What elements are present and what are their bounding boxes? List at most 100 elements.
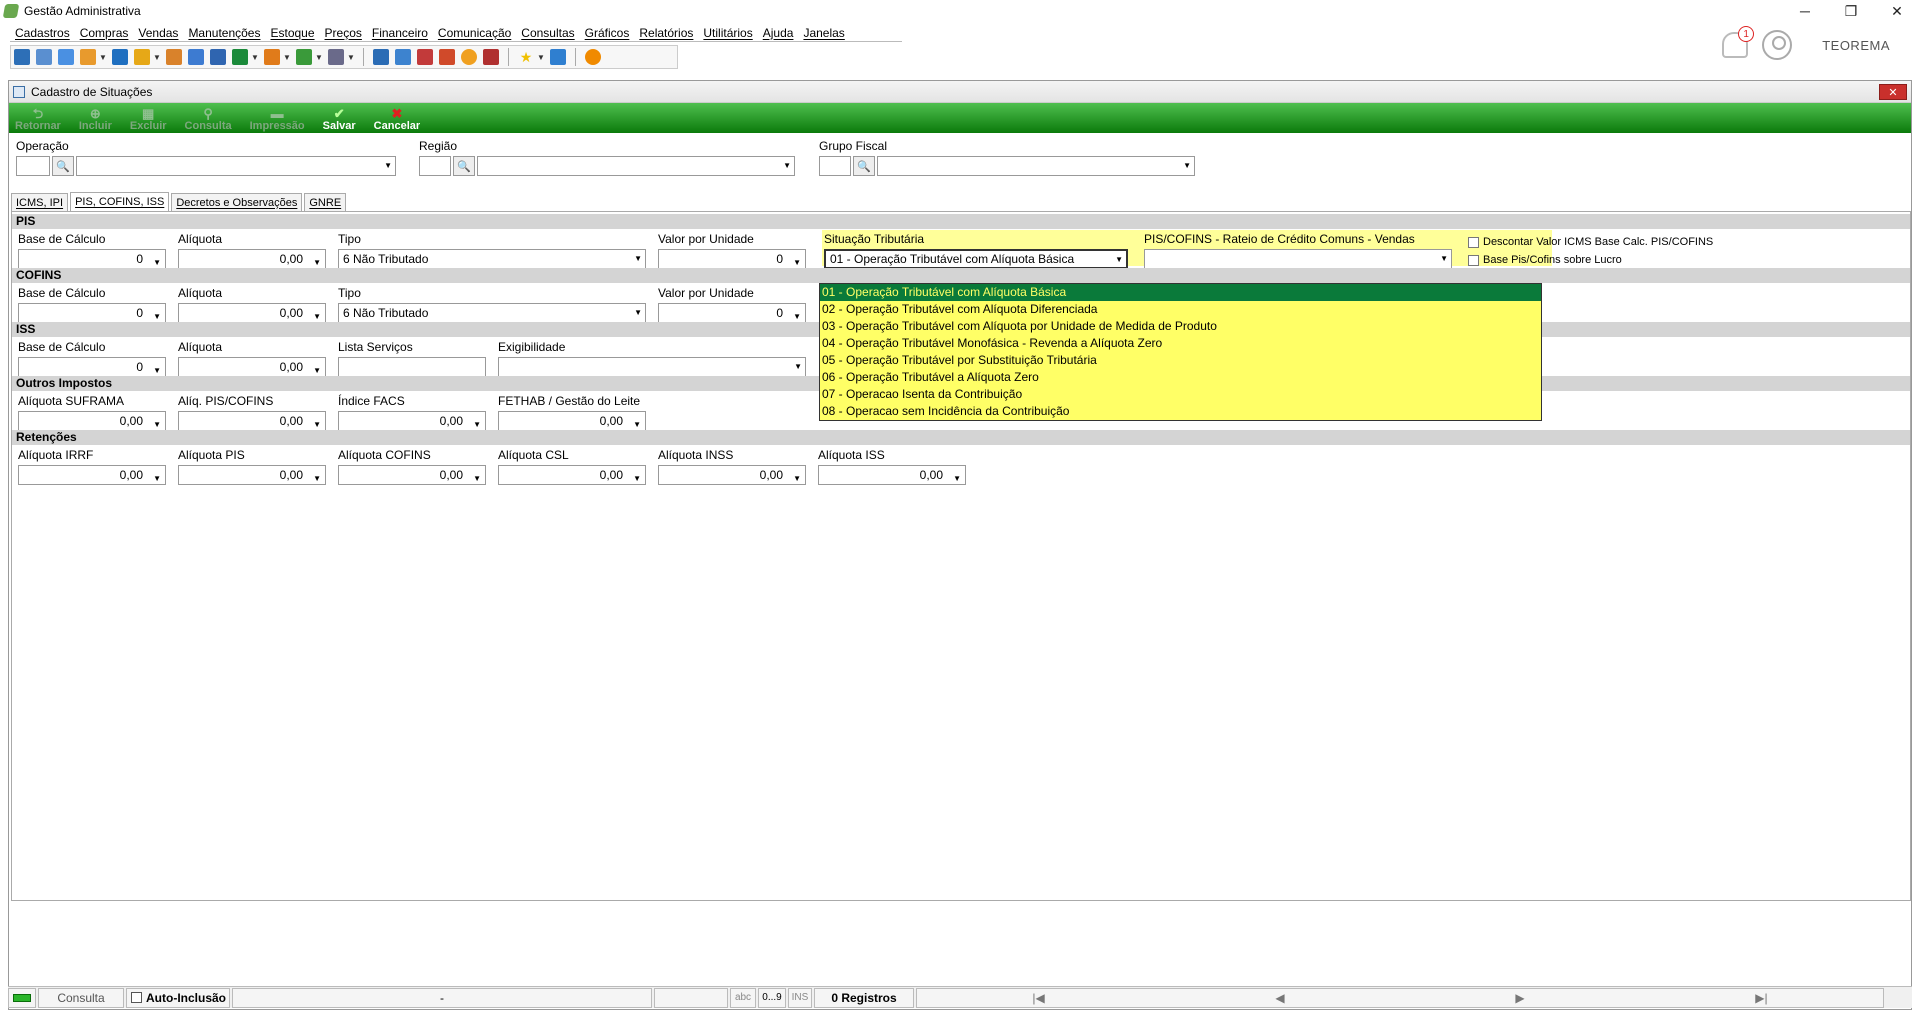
grid-icon[interactable]: [373, 49, 389, 65]
cancelar-button[interactable]: ✖ Cancelar: [374, 107, 420, 133]
star-icon[interactable]: ★: [518, 49, 534, 65]
report-search-icon[interactable]: [483, 49, 499, 65]
person-icon[interactable]: [166, 49, 182, 65]
chevron-down-icon[interactable]: ▼: [315, 53, 323, 62]
situacao-tributaria-select[interactable]: 01 - Operação Tributável com Alíquota Bá…: [824, 249, 1128, 269]
cofins-tipo-select[interactable]: 6 Não Tributado ▼: [338, 303, 646, 323]
regiao-search-icon[interactable]: 🔍: [453, 156, 475, 176]
operacao-select[interactable]: ▼: [76, 156, 396, 176]
menu-financeiro[interactable]: Financeiro: [367, 26, 433, 40]
salvar-button[interactable]: ✔ Salvar: [323, 107, 356, 133]
folder-icon[interactable]: [134, 49, 150, 65]
excluir-button[interactable]: ▦ Excluir: [130, 107, 167, 133]
contacts-icon[interactable]: [188, 49, 204, 65]
fethab-input[interactable]: 0,00 ▼: [498, 411, 646, 431]
calculator-icon[interactable]: [395, 49, 411, 65]
menu-estoque[interactable]: Estoque: [265, 26, 319, 40]
printer-icon[interactable]: [328, 49, 344, 65]
nav-first-icon[interactable]: |◀: [1032, 991, 1044, 1005]
menu-compras[interactable]: Compras: [75, 26, 134, 40]
truck-icon[interactable]: [296, 49, 312, 65]
pis-aliquota-input[interactable]: 0,00 ▼: [178, 249, 326, 269]
iss-lista-servicos-input[interactable]: [338, 357, 486, 377]
regiao-code-input[interactable]: [419, 156, 451, 176]
iss-exigibilidade-select[interactable]: ▼: [498, 357, 806, 377]
menu-comunicacao[interactable]: Comunicação: [433, 26, 516, 40]
ret-pis-input[interactable]: 0,00 ▼: [178, 465, 326, 485]
cofins-base-select[interactable]: 0 ▼: [18, 303, 166, 323]
dropdown-option[interactable]: 02 - Operação Tributável com Alíquota Di…: [820, 301, 1541, 318]
cart-icon[interactable]: [232, 49, 248, 65]
chevron-down-icon[interactable]: ▼: [153, 53, 161, 62]
pis-base-select[interactable]: 0 ▼: [18, 249, 166, 269]
info-icon[interactable]: [550, 49, 566, 65]
suframa-input[interactable]: 0,00 ▼: [18, 411, 166, 431]
new-doc-icon[interactable]: [14, 49, 30, 65]
tab-icms-ipi[interactable]: ICMS, IPI: [11, 193, 69, 211]
dropdown-option[interactable]: 06 - Operação Tributável a Alíquota Zero: [820, 369, 1541, 386]
grupo-fiscal-search-icon[interactable]: 🔍: [853, 156, 875, 176]
dropdown-option[interactable]: 07 - Operacao Isenta da Contribuição: [820, 386, 1541, 403]
dropdown-option[interactable]: 01 - Operação Tributável com Alíquota Bá…: [820, 284, 1541, 301]
tab-decretos-observacoes[interactable]: Decretos e Observações: [171, 193, 303, 211]
chevron-down-icon[interactable]: ▼: [99, 53, 107, 62]
restore-button[interactable]: ❐: [1828, 0, 1874, 22]
pis-valor-unidade-input[interactable]: 0 ▼: [658, 249, 806, 269]
power-icon[interactable]: [585, 49, 601, 65]
card-icon[interactable]: [210, 49, 226, 65]
bell-icon[interactable]: 1: [1722, 26, 1755, 58]
menu-cadastros[interactable]: Cadastros: [10, 26, 75, 40]
window-icon[interactable]: [58, 49, 74, 65]
ret-iss-input[interactable]: 0,00 ▼: [818, 465, 966, 485]
calendar-grid-icon[interactable]: [439, 49, 455, 65]
iss-aliquota-input[interactable]: 0,00 ▼: [178, 357, 326, 377]
chevron-down-icon[interactable]: ▼: [347, 53, 355, 62]
close-button[interactable]: ✕: [1874, 0, 1920, 22]
auto-inclusao-checkbox[interactable]: Auto-Inclusão: [126, 987, 230, 1008]
calendar-icon[interactable]: [417, 49, 433, 65]
grupo-fiscal-code-input[interactable]: [819, 156, 851, 176]
dropdown-option[interactable]: 05 - Operação Tributável por Substituiçã…: [820, 352, 1541, 369]
chevron-down-icon[interactable]: ▼: [251, 53, 259, 62]
dropdown-option[interactable]: 08 - Operacao sem Incidência da Contribu…: [820, 403, 1541, 420]
pis-tipo-select[interactable]: 6 Não Tributado ▼: [338, 249, 646, 269]
nav-last-icon[interactable]: ▶|: [1755, 991, 1767, 1005]
menu-manutencoes[interactable]: Manutenções: [183, 26, 265, 40]
menu-ajuda[interactable]: Ajuda: [758, 26, 799, 40]
menu-consultas[interactable]: Consultas: [516, 26, 579, 40]
book-icon[interactable]: [112, 49, 128, 65]
iss-base-select[interactable]: 0 ▼: [18, 357, 166, 377]
ret-cofins-input[interactable]: 0,00 ▼: [338, 465, 486, 485]
minimize-button[interactable]: ─: [1782, 0, 1828, 22]
cofins-aliquota-input[interactable]: 0,00 ▼: [178, 303, 326, 323]
operacao-code-input[interactable]: [16, 156, 50, 176]
impressao-button[interactable]: ▬ Impressão: [250, 107, 305, 133]
tab-gnre[interactable]: GNRE: [304, 193, 347, 211]
nav-next-icon[interactable]: ▶: [1515, 991, 1524, 1005]
menu-relatorios[interactable]: Relatórios: [634, 26, 698, 40]
dropdown-option[interactable]: 03 - Operação Tributável com Alíquota po…: [820, 318, 1541, 335]
box-icon[interactable]: [264, 49, 280, 65]
descontar-icms-checkbox[interactable]: Descontar Valor ICMS Base Calc. PIS/COFI…: [1468, 236, 1713, 248]
ret-csl-input[interactable]: 0,00 ▼: [498, 465, 646, 485]
regiao-select[interactable]: ▼: [477, 156, 795, 176]
chevron-down-icon[interactable]: ▼: [283, 53, 291, 62]
menu-graficos[interactable]: Gráficos: [580, 26, 635, 40]
menu-janelas[interactable]: Janelas: [798, 26, 849, 40]
grupo-fiscal-select[interactable]: ▼: [877, 156, 1195, 176]
ret-inss-input[interactable]: 0,00 ▼: [658, 465, 806, 485]
tree-icon[interactable]: [36, 49, 52, 65]
facs-input[interactable]: 0,00 ▼: [338, 411, 486, 431]
base-lucro-checkbox[interactable]: Base Pis/Cofins sobre Lucro: [1468, 254, 1622, 266]
hierarchy-icon[interactable]: [80, 49, 96, 65]
menu-vendas[interactable]: Vendas: [133, 26, 183, 40]
incluir-button[interactable]: ⊕ Incluir: [79, 107, 112, 133]
tab-pis-cofins-iss[interactable]: PIS, COFINS, ISS: [70, 192, 170, 211]
subwindow-close-button[interactable]: ✕: [1879, 84, 1907, 100]
chevron-down-icon[interactable]: ▼: [537, 53, 545, 62]
retornar-button[interactable]: ⮌ Retornar: [15, 107, 61, 133]
pis-cofins-suframa-input[interactable]: 0,00 ▼: [178, 411, 326, 431]
clock-icon[interactable]: [461, 49, 477, 65]
irrf-input[interactable]: 0,00 ▼: [18, 465, 166, 485]
operacao-search-icon[interactable]: 🔍: [52, 156, 74, 176]
